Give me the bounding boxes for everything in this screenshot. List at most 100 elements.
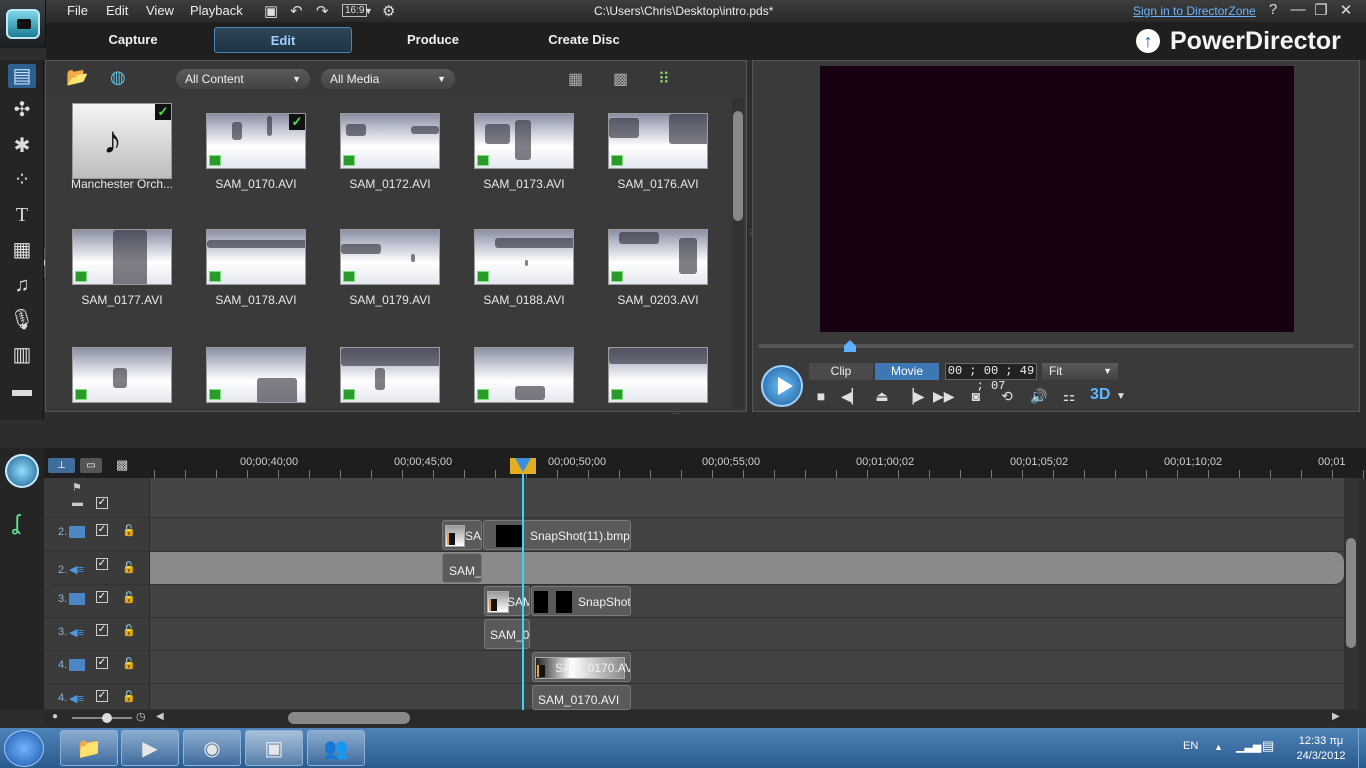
media-item[interactable] bbox=[448, 347, 574, 457]
track-row[interactable]: 2. ◀≡ ✓ 🔓 bbox=[44, 552, 1344, 585]
timecode-display[interactable]: 00 ; 00 ; 49 ; 07 bbox=[945, 363, 1037, 393]
import-folder-icon[interactable]: 📂 bbox=[66, 67, 88, 88]
maximize-button[interactable]: ❐ bbox=[1310, 1, 1332, 19]
download-media-icon[interactable]: ◍ bbox=[110, 67, 126, 88]
tab-movie[interactable]: Movie bbox=[875, 363, 939, 380]
media-room-icon[interactable]: ▤ bbox=[8, 64, 36, 88]
splitter-handle[interactable]: ⋮ bbox=[747, 228, 755, 242]
firefox-task-icon[interactable]: ◉ bbox=[183, 730, 241, 766]
snapshot-icon[interactable]: ◙ bbox=[966, 388, 986, 404]
playhead-line[interactable] bbox=[522, 470, 524, 710]
lock-icon[interactable]: 🔓 bbox=[122, 591, 136, 604]
tray-expand-icon[interactable]: ▲ bbox=[1214, 742, 1223, 752]
track-row[interactable]: 3. ✓ 🔓 bbox=[44, 585, 1344, 618]
add-track-icon[interactable]: ▩ bbox=[116, 457, 128, 473]
media-item[interactable]: SAM_0179.AVI bbox=[314, 229, 440, 339]
signin-link[interactable]: Sign in to DirectorZone bbox=[1133, 4, 1256, 18]
media-item[interactable]: SAM_0203.AVI bbox=[582, 229, 708, 339]
lock-icon[interactable]: 🔓 bbox=[122, 524, 136, 537]
start-button[interactable] bbox=[4, 730, 44, 767]
media-item[interactable] bbox=[582, 347, 708, 457]
timeline-clip[interactable]: SAM_0 bbox=[442, 553, 482, 583]
track-row[interactable]: 4. ✓ 🔓 bbox=[44, 651, 1344, 684]
title-room-icon[interactable]: T bbox=[8, 203, 36, 227]
save-icon[interactable]: ▣ bbox=[264, 2, 278, 20]
stop-icon[interactable]: ■ bbox=[811, 388, 831, 404]
lock-icon[interactable]: 🔓 bbox=[122, 657, 136, 670]
language-indicator[interactable]: EN bbox=[1183, 740, 1198, 752]
system-clock[interactable]: 12:33 πμ 24/3/2012 bbox=[1288, 734, 1354, 764]
zoom-select[interactable]: Fit ▼ bbox=[1042, 363, 1118, 380]
transition-room-icon[interactable]: ▦ bbox=[8, 238, 36, 262]
smart-fit-icon[interactable]: ʆ bbox=[12, 510, 20, 536]
media-filter-select[interactable]: All Media ▼ bbox=[321, 69, 455, 89]
tab-clip[interactable]: Clip bbox=[809, 363, 873, 380]
volume-icon[interactable]: 🔊 bbox=[1029, 388, 1049, 405]
fast-forward-icon[interactable]: ▶▶ bbox=[933, 388, 955, 405]
menu-view[interactable]: View bbox=[146, 3, 174, 18]
timeline-view-button[interactable]: ⊥ bbox=[48, 458, 75, 473]
play-button[interactable] bbox=[761, 365, 803, 407]
loop-icon[interactable]: ⟲ bbox=[997, 388, 1017, 405]
content-filter-select[interactable]: All Content ▼ bbox=[176, 69, 310, 89]
fx-room-icon[interactable]: ✣ bbox=[8, 98, 36, 122]
chevron-down-icon[interactable]: ▼ bbox=[1111, 391, 1131, 402]
magic-tools-icon[interactable] bbox=[5, 454, 39, 488]
scroll-left-icon[interactable]: ◀ bbox=[156, 711, 164, 722]
scroll-thumb[interactable] bbox=[733, 111, 743, 221]
track-enable-checkbox[interactable]: ✓ bbox=[96, 497, 108, 509]
particle-room-icon[interactable]: ⁘ bbox=[8, 168, 36, 192]
scroll-right-icon[interactable]: ▶ bbox=[1332, 711, 1340, 722]
clock-icon[interactable]: ◷ bbox=[136, 710, 146, 723]
track-enable-checkbox[interactable]: ✓ bbox=[96, 624, 108, 636]
split-icon[interactable]: ⏏ bbox=[872, 388, 892, 405]
media-item[interactable]: SAM_0173.AVI bbox=[448, 113, 574, 223]
signal-icon[interactable]: ▁▃▅ bbox=[1236, 740, 1261, 753]
mode-create-disc[interactable]: Create Disc bbox=[534, 27, 634, 53]
voiceover-icon[interactable]: 🎙 bbox=[8, 308, 36, 332]
media-item[interactable] bbox=[314, 347, 440, 457]
playhead-handle[interactable] bbox=[510, 458, 536, 474]
storyboard-view-button[interactable]: ▭ bbox=[80, 458, 102, 473]
menu-file[interactable]: File bbox=[67, 3, 88, 18]
seek-slider-handle[interactable] bbox=[844, 340, 856, 352]
timeline-clip[interactable]: SAM_0170.AVI bbox=[532, 685, 631, 710]
sort-icon[interactable]: ⠿ bbox=[658, 69, 670, 89]
next-frame-icon[interactable]: ▕▶ bbox=[903, 388, 925, 405]
track-enable-checkbox[interactable]: ✓ bbox=[96, 558, 108, 570]
media-item[interactable]: SAM_0178.AVI bbox=[180, 229, 306, 339]
audio-mixing-icon[interactable]: ♫ bbox=[8, 273, 36, 297]
timeline-clip[interactable]: SAM_0170.AVI bbox=[532, 652, 631, 682]
explorer-task-icon[interactable]: 📁 bbox=[60, 730, 118, 766]
library-scrollbar[interactable] bbox=[732, 97, 744, 409]
timeline-clip[interactable]: SnapShot(11).bmp bbox=[483, 520, 631, 550]
previous-frame-icon[interactable]: ◀▏ bbox=[841, 388, 863, 405]
track-enable-checkbox[interactable]: ✓ bbox=[96, 591, 108, 603]
undo-icon[interactable]: ↶ bbox=[290, 2, 303, 20]
media-item[interactable]: ♪ ✓ Manchester Orch... bbox=[46, 103, 173, 223]
timeline-clip[interactable]: SnapShot( bbox=[531, 586, 631, 616]
settings-grid-icon[interactable]: ⚏ bbox=[1059, 388, 1079, 405]
track-enable-checkbox[interactable]: ✓ bbox=[96, 690, 108, 702]
powerdirector-task-icon[interactable]: ▣ bbox=[245, 730, 303, 766]
timeline-horizontal-scroll-thumb[interactable] bbox=[288, 712, 410, 724]
media-player-task-icon[interactable]: ▶ bbox=[121, 730, 179, 766]
lock-icon[interactable]: 🔓 bbox=[122, 624, 136, 637]
gear-icon[interactable]: ⚙ bbox=[382, 2, 395, 20]
scene-detect-icon[interactable]: ▦ bbox=[568, 69, 583, 89]
media-item[interactable]: ✓ SAM_0170.AVI bbox=[180, 113, 306, 223]
mode-capture[interactable]: Capture bbox=[88, 27, 178, 53]
lock-icon[interactable]: 🔓 bbox=[122, 690, 136, 703]
media-item[interactable]: SAM_0172.AVI bbox=[314, 113, 440, 223]
redo-icon[interactable]: ↷ bbox=[316, 2, 329, 20]
media-item[interactable]: SAM_0188.AVI bbox=[448, 229, 574, 339]
lock-icon[interactable]: 🔓 bbox=[122, 558, 136, 578]
splitter-handle[interactable]: ⋯ bbox=[672, 410, 692, 418]
mode-edit[interactable]: Edit bbox=[214, 27, 352, 53]
show-desktop-button[interactable] bbox=[1358, 728, 1366, 768]
menu-edit[interactable]: Edit bbox=[106, 3, 128, 18]
media-item[interactable] bbox=[46, 347, 172, 457]
chapter-room-icon[interactable]: ▥ bbox=[8, 343, 36, 367]
zoom-slider-handle[interactable] bbox=[102, 713, 112, 723]
help-button[interactable]: ? bbox=[1262, 1, 1284, 18]
